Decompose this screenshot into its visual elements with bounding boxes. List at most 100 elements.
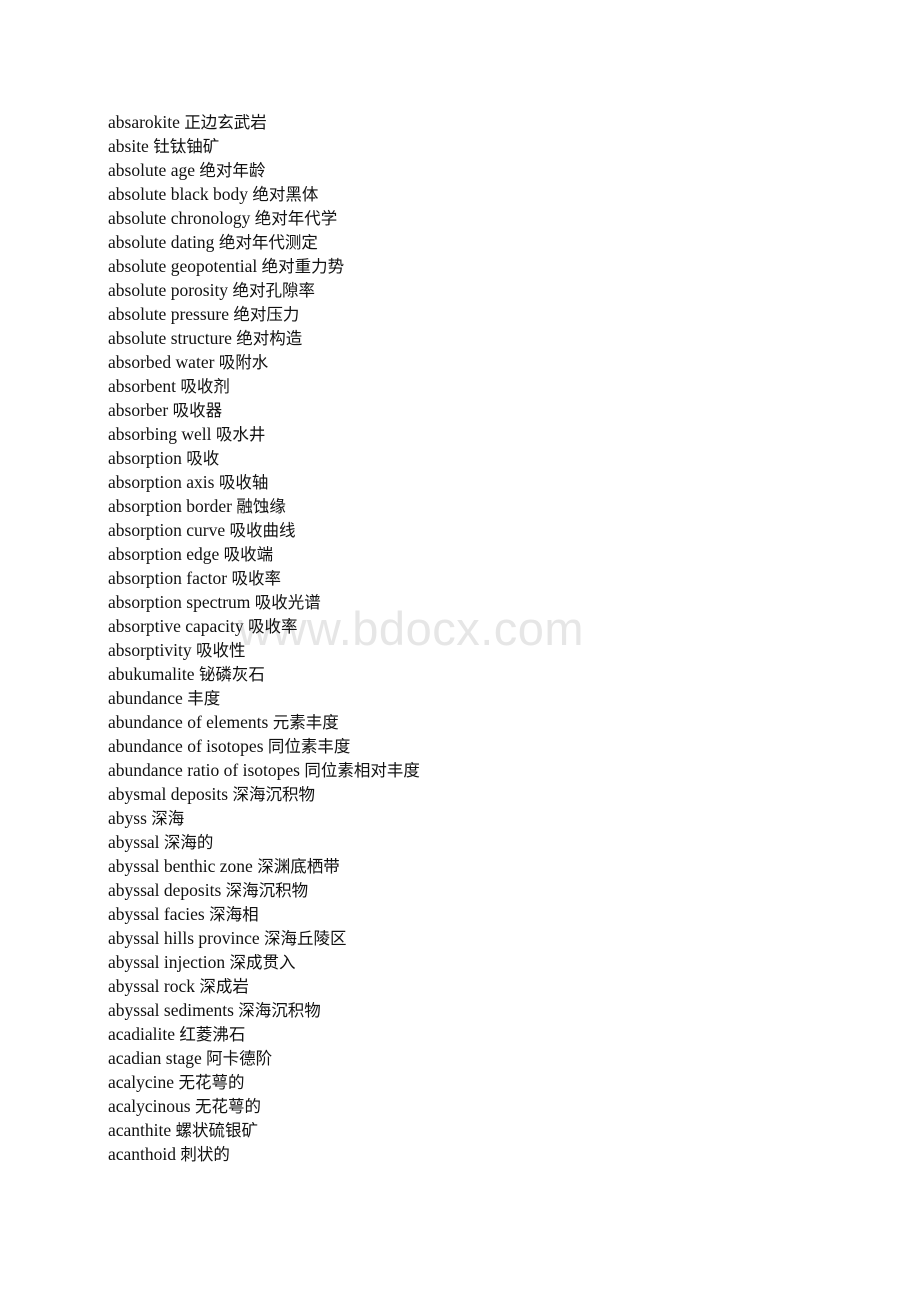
entry-term: absolute geopotential bbox=[108, 256, 258, 276]
entry-term: acalycine bbox=[108, 1072, 175, 1092]
entry-gloss: 吸收剂 bbox=[180, 377, 230, 396]
glossary-entry: absolute geopotential 绝对重力势 bbox=[108, 254, 868, 278]
entry-gloss: 丰度 bbox=[187, 689, 221, 708]
entry-gloss: 深成岩 bbox=[199, 977, 249, 996]
entry-term: abyssal rock bbox=[108, 976, 195, 996]
entry-term: abukumalite bbox=[108, 664, 195, 684]
glossary-entry: absolute structure 绝对构造 bbox=[108, 326, 868, 350]
glossary-entry: absorption curve 吸收曲线 bbox=[108, 518, 868, 542]
glossary-entry: absorptivity 吸收性 bbox=[108, 638, 868, 662]
glossary-entry: absorbent 吸收剂 bbox=[108, 374, 868, 398]
entry-term: absolute black body bbox=[108, 184, 248, 204]
entry-gloss: 吸收端 bbox=[223, 545, 274, 564]
entry-gloss: 同位素丰度 bbox=[267, 737, 351, 756]
glossary-entry: abyss 深海 bbox=[108, 806, 868, 830]
entry-term: abyssal deposits bbox=[108, 880, 222, 900]
entry-term: absorptive capacity bbox=[108, 616, 244, 636]
entry-gloss: 吸收曲线 bbox=[229, 521, 296, 540]
entry-gloss: 红菱沸石 bbox=[179, 1025, 246, 1044]
entry-term: abyssal facies bbox=[108, 904, 205, 924]
glossary-entry: absolute porosity 绝对孔隙率 bbox=[108, 278, 868, 302]
glossary-entry: absorption edge 吸收端 bbox=[108, 542, 868, 566]
glossary-entry: acadian stage 阿卡德阶 bbox=[108, 1046, 868, 1070]
glossary-entry: absorption axis 吸收轴 bbox=[108, 470, 868, 494]
entry-term: abyssal bbox=[108, 832, 160, 852]
glossary-entry: acanthite 螺状硫银矿 bbox=[108, 1118, 868, 1142]
entry-gloss: 吸收光谱 bbox=[254, 593, 321, 612]
glossary-entry: absorption spectrum 吸收光谱 bbox=[108, 590, 868, 614]
entry-gloss: 吸收轴 bbox=[218, 473, 269, 492]
entry-gloss: 铋磷灰石 bbox=[198, 665, 265, 684]
entry-gloss: 正边玄武岩 bbox=[184, 113, 267, 132]
entry-term: absorption border bbox=[108, 496, 232, 516]
glossary-entry: absorptive capacity 吸收率 bbox=[108, 614, 868, 638]
glossary-entry: abyssal rock 深成岩 bbox=[108, 974, 868, 998]
entry-term: absorbent bbox=[108, 376, 177, 396]
entry-gloss: 绝对年代测定 bbox=[218, 233, 318, 252]
entry-gloss: 吸收性 bbox=[195, 641, 246, 660]
entry-term: absorbing well bbox=[108, 424, 212, 444]
glossary-entry: abyssal 深海的 bbox=[108, 830, 868, 854]
entry-term: absorption edge bbox=[108, 544, 220, 564]
entry-term: abyssal benthic zone bbox=[108, 856, 253, 876]
entry-term: abysmal deposits bbox=[108, 784, 229, 804]
entry-gloss: 深海沉积物 bbox=[225, 881, 309, 900]
entry-gloss: 绝对构造 bbox=[236, 329, 303, 348]
glossary-entry: abyssal injection 深成贯入 bbox=[108, 950, 868, 974]
glossary-entry: absolute black body 绝对黑体 bbox=[108, 182, 868, 206]
entry-term: absolute pressure bbox=[108, 304, 230, 324]
entry-gloss: 深海沉积物 bbox=[238, 1001, 321, 1020]
glossary-entry: absolute dating 绝对年代测定 bbox=[108, 230, 868, 254]
document-page: www.bdocx.com absarokite 正边玄武岩 absite 钍钛铀… bbox=[0, 0, 920, 1302]
entry-term: absolute dating bbox=[108, 232, 215, 252]
entry-gloss: 吸收率 bbox=[231, 569, 281, 588]
glossary-entry: abundance of elements 元素丰度 bbox=[108, 710, 868, 734]
entry-term: absorption spectrum bbox=[108, 592, 251, 612]
glossary-entry: absorption 吸收 bbox=[108, 446, 868, 470]
glossary-entry: absorbed water 吸附水 bbox=[108, 350, 868, 374]
entry-term: absorption axis bbox=[108, 472, 215, 492]
entry-term: acanthoid bbox=[108, 1144, 177, 1164]
entry-gloss: 绝对孔隙率 bbox=[232, 281, 315, 300]
glossary-entry: abundance 丰度 bbox=[108, 686, 868, 710]
entry-term: acanthite bbox=[108, 1120, 172, 1140]
glossary-entry: abyssal benthic zone 深渊底栖带 bbox=[108, 854, 868, 878]
entry-gloss: 无花萼的 bbox=[194, 1097, 261, 1116]
glossary-entry: absolute age 绝对年龄 bbox=[108, 158, 868, 182]
entry-gloss: 无花萼的 bbox=[178, 1073, 245, 1092]
glossary-entry: acanthoid 刺状的 bbox=[108, 1142, 868, 1166]
entry-term: absorption curve bbox=[108, 520, 226, 540]
glossary-entry: absite 钍钛铀矿 bbox=[108, 134, 868, 158]
entry-gloss: 深海的 bbox=[163, 833, 214, 852]
entry-gloss: 深海丘陵区 bbox=[264, 929, 347, 948]
entry-gloss: 吸附水 bbox=[218, 353, 269, 372]
entry-term: absolute chronology bbox=[108, 208, 251, 228]
entry-gloss: 钍钛铀矿 bbox=[153, 137, 220, 156]
entry-gloss: 吸收器 bbox=[172, 401, 223, 420]
entry-term: absorption factor bbox=[108, 568, 228, 588]
entry-term: acadian stage bbox=[108, 1048, 202, 1068]
entry-term: absorption bbox=[108, 448, 182, 468]
entry-gloss: 绝对重力势 bbox=[261, 257, 345, 276]
entry-gloss: 吸水井 bbox=[215, 425, 266, 444]
glossary-entry: abukumalite 铋磷灰石 bbox=[108, 662, 868, 686]
entry-term: abyssal injection bbox=[108, 952, 226, 972]
entry-gloss: 深海沉积物 bbox=[232, 785, 315, 804]
entry-term: acalycinous bbox=[108, 1096, 191, 1116]
glossary-entry: acalycine 无花萼的 bbox=[108, 1070, 868, 1094]
entry-gloss: 同位素相对丰度 bbox=[304, 761, 420, 780]
entry-term: abyssal sediments bbox=[108, 1000, 234, 1020]
entry-gloss: 吸收 bbox=[186, 449, 220, 468]
entry-term: abundance bbox=[108, 688, 183, 708]
entry-gloss: 绝对年龄 bbox=[199, 161, 266, 180]
entry-gloss: 元素丰度 bbox=[272, 713, 339, 732]
entry-gloss: 吸收率 bbox=[247, 617, 298, 636]
glossary-entry: acadialite 红菱沸石 bbox=[108, 1022, 868, 1046]
entry-term: absorptivity bbox=[108, 640, 192, 660]
entry-term: absolute structure bbox=[108, 328, 232, 348]
glossary-entry: abyssal facies 深海相 bbox=[108, 902, 868, 926]
entry-gloss: 绝对黑体 bbox=[252, 185, 319, 204]
glossary-entry: absarokite 正边玄武岩 bbox=[108, 110, 868, 134]
entry-term: absolute porosity bbox=[108, 280, 229, 300]
glossary-entry: abyssal sediments 深海沉积物 bbox=[108, 998, 868, 1022]
